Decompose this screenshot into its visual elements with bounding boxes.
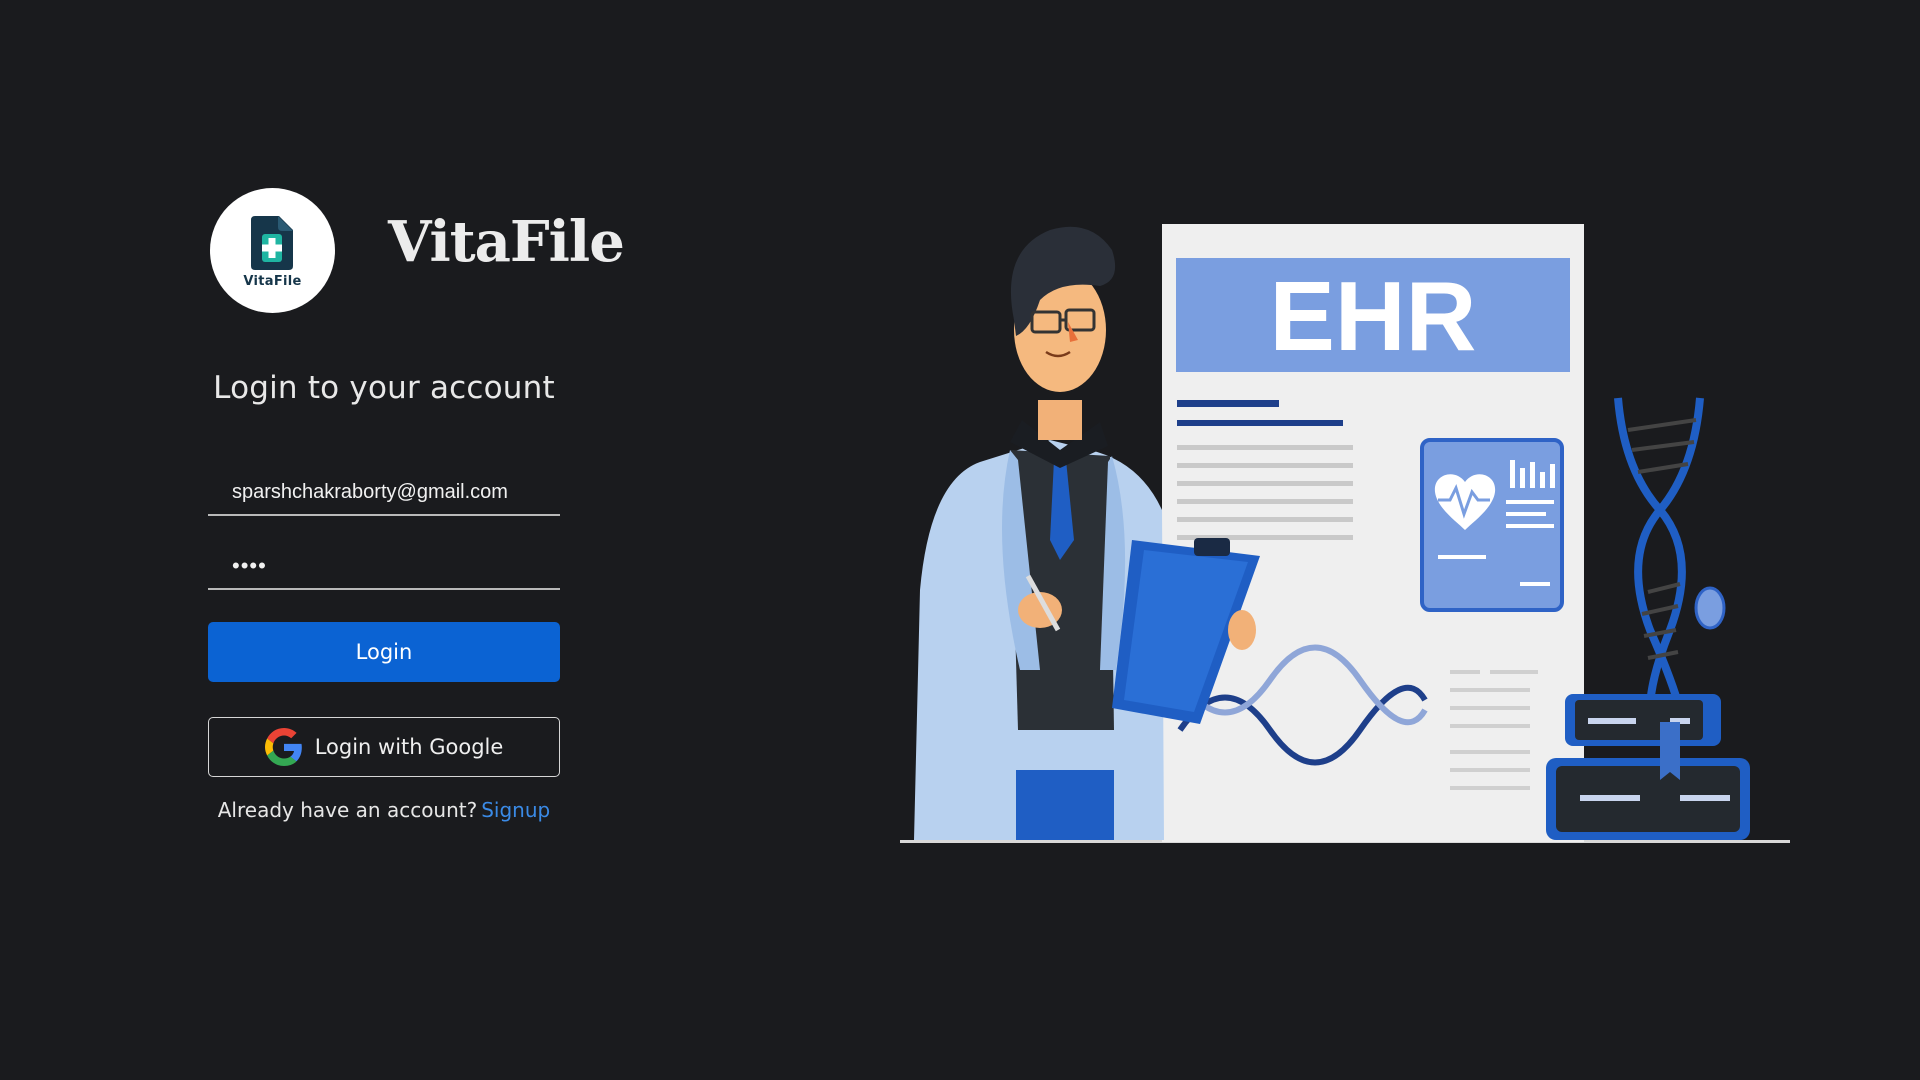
ehr-title: EHR	[1270, 261, 1477, 371]
signup-prompt: Already have an account?	[217, 798, 478, 822]
login-page: VitaFile VitaFile Login to your account …	[0, 0, 1920, 1080]
dna-icon	[1614, 397, 1704, 712]
page-heading: Login to your account	[213, 370, 555, 406]
google-login-button[interactable]: Login with Google	[208, 717, 560, 777]
brand-logo: VitaFile	[210, 188, 335, 313]
logo-caption: VitaFile	[243, 274, 302, 289]
dna-dot	[1694, 586, 1726, 630]
signup-line: Already have an account? Signup	[208, 798, 560, 822]
heart-monitor-icon	[1420, 438, 1564, 612]
google-g-icon	[264, 728, 302, 766]
login-button[interactable]: Login	[208, 622, 560, 682]
ehr-illustration: EHR	[900, 224, 1790, 843]
login-button-label: Login	[355, 640, 413, 664]
signup-link[interactable]: Signup	[481, 798, 550, 822]
google-button-label: Login with Google	[314, 735, 504, 759]
brand-title: VitaFile	[388, 209, 625, 275]
ehr-document: EHR	[1162, 224, 1584, 842]
books-icon	[1546, 694, 1750, 840]
password-field[interactable]	[208, 544, 560, 590]
email-field[interactable]	[208, 470, 560, 516]
medical-file-plus-icon	[250, 216, 293, 270]
